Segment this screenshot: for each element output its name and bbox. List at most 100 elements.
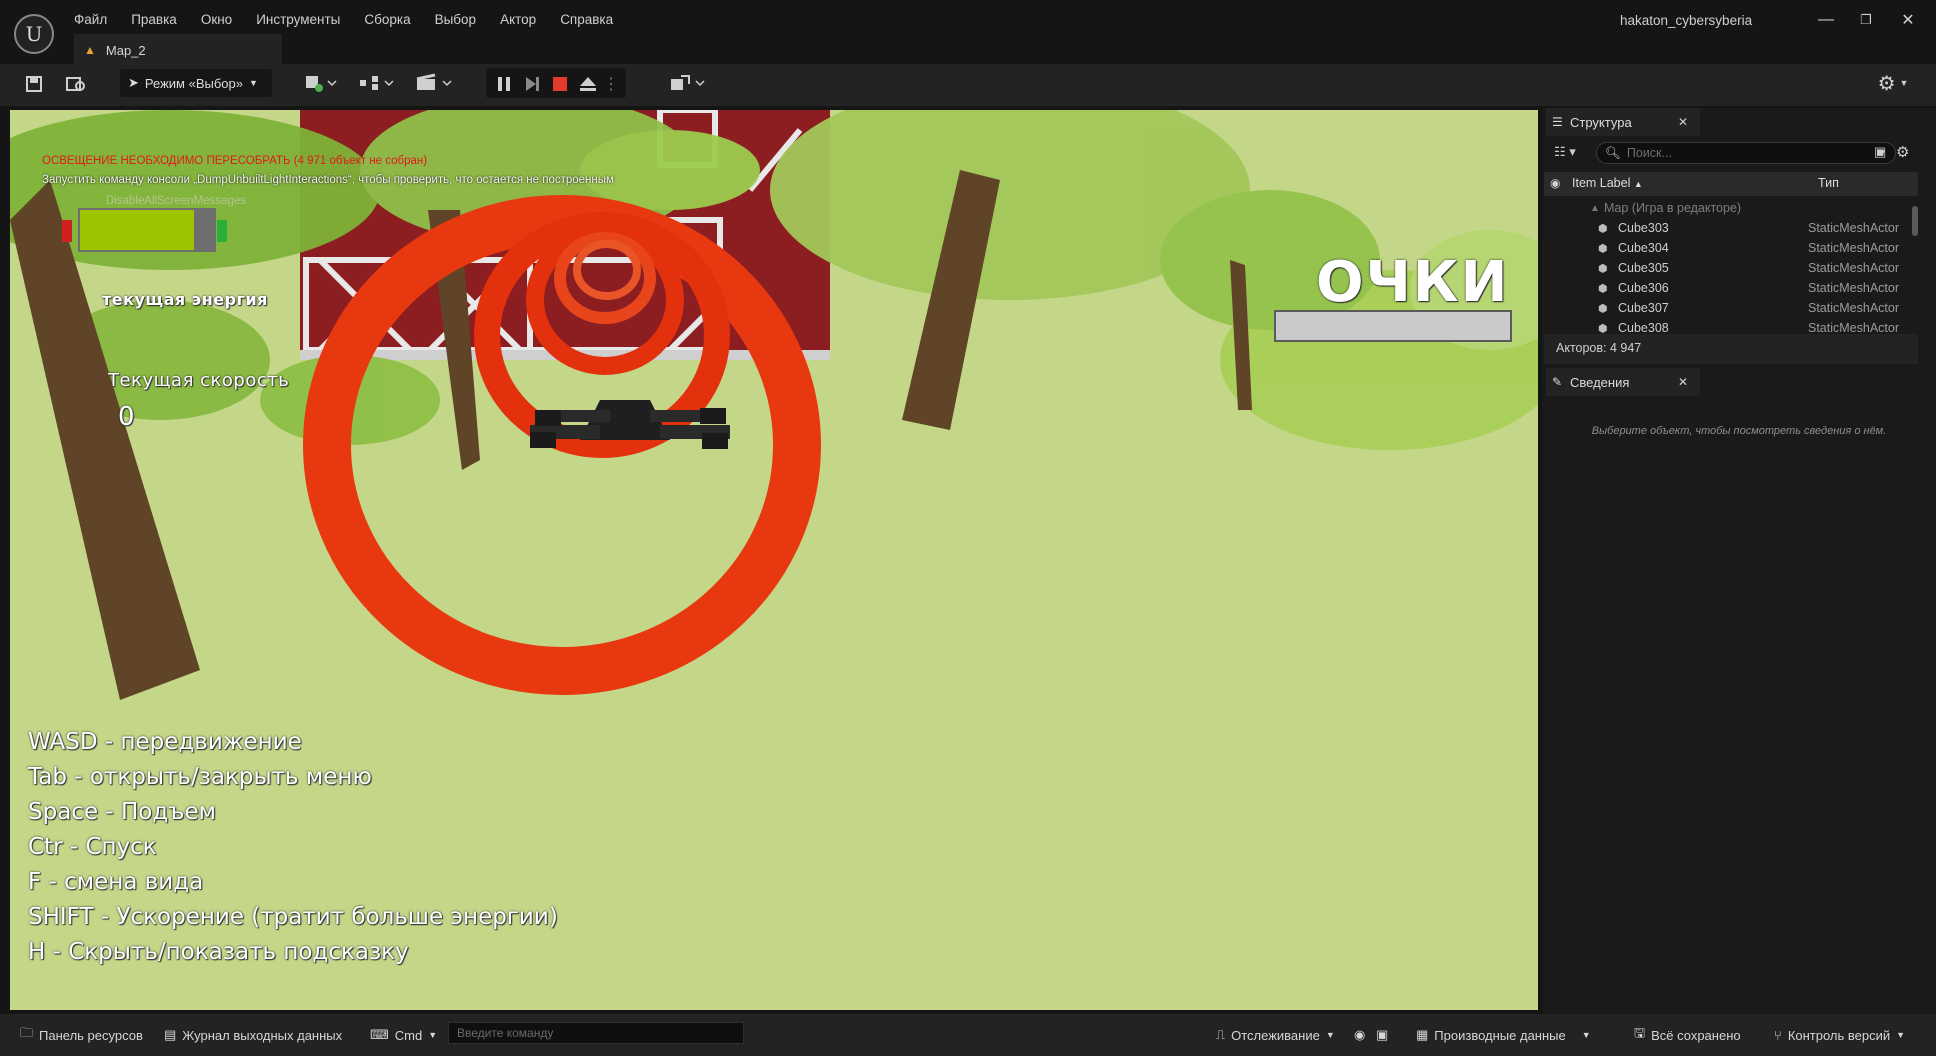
step-icon[interactable] [520,72,544,96]
source-control-label: Контроль версий [1787,1027,1891,1043]
main-toolbar [0,64,1936,106]
pencil-icon: ✎ [1552,375,1563,389]
cursor-icon: ➤ [128,75,139,90]
content-browser-icon: 🗀︎ [20,1025,34,1040]
trace-icon: ⎍ [1216,1027,1226,1042]
add-actor-icon[interactable] [300,70,340,96]
menu-actor[interactable]: Актор [500,10,536,32]
outliner-tab-label: Структура [1570,114,1632,130]
row-name: Cube303 [1618,221,1669,235]
filter-icon[interactable]: ☷ ▾ [1554,144,1576,160]
outliner-row[interactable]: ⬢ Cube303 StaticMeshActor [1544,218,1910,238]
row-name: Cube308 [1618,321,1669,335]
content-browser-label: Панель ресурсов [39,1027,143,1043]
all-saved-label: Всё сохранено [1651,1027,1741,1043]
outliner-row[interactable]: ⬢ Cube307 StaticMeshActor [1544,298,1910,318]
row-name: Cube306 [1618,281,1669,295]
row-type: StaticMeshActor [1808,281,1900,295]
score-field [1274,310,1512,342]
close-tab-icon[interactable]: ✕ [1678,375,1688,389]
map-row-label: Map (Игра в редакторе) [1604,201,1742,215]
saved-icon: 🖫︎ [1634,1025,1646,1040]
blueprint-icon[interactable] [356,70,396,96]
settings-gear-icon[interactable]: ⚙ ▼ [1870,70,1916,96]
cmd-placeholder: Введите команду [457,1026,554,1040]
column-item-label[interactable]: Item Label ▲ [1572,176,1643,190]
platforms-icon[interactable] [666,70,708,96]
search-placeholder: Поиск... [1626,146,1672,160]
close-window-icon[interactable]: ✕ [1888,6,1928,34]
browse-icon[interactable] [64,72,88,96]
outliner-row[interactable]: ⬢ Cube304 StaticMeshActor [1544,238,1910,258]
menu-help[interactable]: Справка [560,10,613,32]
row-type: StaticMeshActor [1808,301,1900,315]
trace-label: Отслеживание [1231,1027,1320,1043]
score-label: ОЧКИ [1316,250,1510,315]
chevron-down-icon: ▼ [1896,1030,1906,1040]
hint-line: Tab - открыть/закрыть меню [28,764,372,790]
screen-message-hint: DisableAllScreenMessages [106,195,246,207]
derived-data-button[interactable]: ▦ Производные данные ▼ [1416,1024,1591,1046]
speed-value: 0 [118,402,135,432]
energy-bar [62,208,227,252]
menu-tools[interactable]: Инструменты [256,10,340,32]
menu-select[interactable]: Выбор [435,10,476,32]
save-all-status[interactable]: 🖫︎ Всё сохранено [1634,1024,1741,1046]
menu-edit[interactable]: Правка [131,10,177,32]
level-icon: ▲ [1590,202,1600,214]
source-control-button[interactable]: ⑂ Контроль версий ▼ [1774,1024,1905,1046]
lighting-warning-title: ОСВЕЩЕНИЕ НЕОБХОДИМО ПЕРЕСОБРАТЬ (4 971 … [42,155,428,167]
menu-build[interactable]: Сборка [364,10,410,32]
tab-outliner[interactable]: ☰ Структура ✕ [1546,108,1700,136]
column-type[interactable]: Тип [1818,176,1839,190]
menu-file[interactable]: Файл [74,10,107,32]
cmd-label: Cmd [394,1027,423,1043]
tab-details[interactable]: ✎ Сведения ✕ [1546,368,1700,396]
actor-count: Акторов: 4 947 [1556,341,1642,355]
unreal-logo-icon[interactable]: U [14,14,54,54]
outliner-row[interactable]: ⬢ Cube305 StaticMeshActor [1544,258,1910,278]
tab-map-label: Map_2 [105,42,146,58]
restore-icon[interactable]: ❐ [1846,6,1886,34]
chevron-down-icon: ▼ [428,1030,438,1040]
row-type: StaticMeshActor [1808,241,1900,255]
outliner-scrollbar[interactable] [1912,206,1918,236]
more-options-icon[interactable]: ⋮ [603,72,619,96]
stop-icon[interactable] [548,72,572,96]
console-command-input[interactable]: Введите команду [448,1022,744,1044]
details-tab-label: Сведения [1570,374,1630,390]
outliner-search-input[interactable]: 🔍︎ Поиск... ▼ [1596,142,1896,164]
output-log-icon: ▤ [164,1027,177,1042]
column-item-label-text: Item Label [1572,176,1631,190]
tab-map[interactable]: ▲ Map_2 [74,34,282,64]
level-viewport[interactable]: ОСВЕЩЕНИЕ НЕОБХОДИМО ПЕРЕСОБРАТЬ (4 971 … [10,110,1538,1010]
minimize-icon[interactable]: — [1806,6,1846,34]
outliner-settings-icon[interactable]: ⚙ [1896,143,1909,161]
chevron-down-icon: ▼ [1581,1030,1591,1040]
sort-ascending-icon: ▲ [1633,179,1643,189]
screenshot-icon[interactable]: ▣ [1376,1024,1388,1046]
add-folder-icon[interactable]: ▣ [1874,144,1886,160]
content-browser-button[interactable]: 🗀︎ Панель ресурсов [20,1024,143,1046]
hint-line: Ctr - Спуск [28,834,157,860]
cinematics-icon[interactable] [412,70,454,96]
output-log-button[interactable]: ▤ Журнал выходных данных [164,1024,342,1046]
level-icon: ▲ [84,43,96,57]
menu-window[interactable]: Окно [201,10,232,32]
trace-button[interactable]: ⎍ Отслеживание ▼ [1216,1024,1335,1046]
outliner-map-row[interactable]: ▲ Map (Игра в редакторе) [1544,198,1910,218]
console-icon: ⌨︎ [370,1027,389,1042]
mode-selector-button[interactable]: ➤ Режим «Выбор» ▼ [120,69,272,97]
record-icon[interactable]: ◉ [1354,1024,1365,1046]
speed-label: Текущая скорость [108,370,290,391]
outliner-row[interactable]: ⬢ Cube306 StaticMeshActor [1544,278,1910,298]
details-panel [1542,368,1936,1014]
cmd-selector[interactable]: ⌨︎ Cmd ▼ [370,1024,437,1046]
save-icon[interactable] [22,72,46,96]
cube-icon: ⬢ [1598,322,1608,335]
visibility-eye-icon[interactable]: ◉ [1550,176,1560,190]
pause-icon[interactable] [492,72,516,96]
close-tab-icon[interactable]: ✕ [1678,115,1688,129]
eject-icon[interactable] [576,72,600,96]
menu-bar: Файл Правка Окно Инструменты Сборка Выбо… [74,10,637,32]
